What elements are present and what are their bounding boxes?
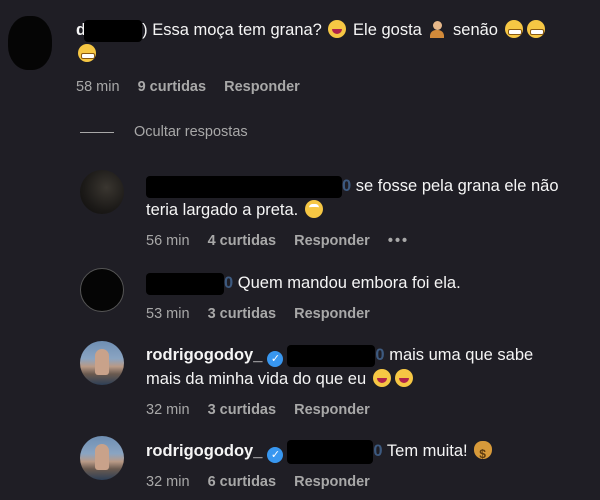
redacted-username: [84, 19, 143, 42]
verified-badge-icon: ✓: [267, 351, 284, 367]
comment-body: Essa moça tem grana?: [152, 21, 322, 39]
hide-replies-button[interactable]: Ocultar respostas: [80, 124, 248, 140]
divider-line: [80, 131, 114, 133]
reply-button[interactable]: Responder: [224, 79, 300, 95]
comment-meta: 32 min 3 curtidas Responder: [146, 402, 384, 418]
comment-meta: 32 min 6 curtidas Responder: [146, 474, 384, 490]
grinning-squinting-face-icon: [394, 369, 413, 387]
more-options-icon[interactable]: •••: [388, 233, 409, 249]
username-suffix: ): [142, 21, 148, 39]
reply-button[interactable]: Responder: [294, 474, 370, 490]
comment-meta: 53 min 3 curtidas Responder: [146, 306, 384, 322]
username[interactable]: rodrigogodoy_: [146, 442, 262, 460]
likes-count[interactable]: 4 curtidas: [208, 233, 277, 249]
username[interactable]: rodrigogodoy_: [146, 346, 262, 364]
avatar[interactable]: [80, 341, 124, 385]
comment-body: mais uma que sabe: [389, 346, 534, 364]
reply-button[interactable]: Responder: [294, 402, 370, 418]
redacted-username: [146, 175, 342, 198]
comment-meta: 56 min 4 curtidas Responder •••: [146, 233, 423, 249]
verified-badge-icon: ✓: [267, 447, 284, 463]
comment-body: se fosse pela grana ele não: [355, 177, 559, 195]
comment-text: 0 se fosse pela grana ele não teria larg…: [146, 174, 596, 222]
likes-count[interactable]: 3 curtidas: [208, 402, 277, 418]
username-suffix[interactable]: 0: [224, 274, 233, 292]
avatar[interactable]: [80, 268, 124, 312]
comment-time: 53 min: [146, 306, 190, 322]
reply-button[interactable]: Responder: [294, 306, 370, 322]
comment-time: 58 min: [76, 79, 120, 95]
avatar[interactable]: [80, 436, 124, 480]
comment-text: rodrigogodoy_ ✓ 0 mais uma que sabe mais d…: [146, 343, 596, 391]
comment-text: 0 Quem mandou embora foi ela.: [146, 271, 596, 295]
money-bag-icon: [474, 441, 493, 466]
username-suffix[interactable]: 0: [342, 177, 351, 195]
likes-count[interactable]: 6 curtidas: [208, 474, 277, 490]
comment-time: 56 min: [146, 233, 190, 249]
grimacing-face-icon: [504, 20, 523, 38]
hide-replies-label: Ocultar respostas: [134, 124, 248, 140]
reply-button[interactable]: Responder: [294, 233, 370, 249]
comment-body-2: teria largado a preta.: [146, 201, 299, 219]
comment-text: d) Essa moça tem grana? Ele gosta senão: [76, 18, 596, 66]
likes-count[interactable]: 9 curtidas: [138, 79, 207, 95]
face-rolling-eyes-icon: [304, 200, 323, 218]
redacted-mention: [287, 344, 376, 367]
comment-meta: 58 min 9 curtidas Responder: [76, 79, 314, 95]
comment-text: rodrigogodoy_ ✓ 0 Tem muita!: [146, 439, 596, 466]
comment-body-2: mais da minha vida do que eu: [146, 370, 367, 388]
comment-body-2: Ele gosta: [353, 21, 422, 39]
comment-body-3: senão: [453, 21, 498, 39]
likes-count[interactable]: 3 curtidas: [208, 306, 277, 322]
grimacing-face-icon: [78, 44, 96, 62]
comment-body: Tem muita!: [386, 442, 468, 460]
grinning-squinting-face-icon: [372, 369, 391, 387]
comment-time: 32 min: [146, 402, 190, 418]
redacted-mention: [287, 439, 374, 464]
grimacing-face-icon: [526, 20, 545, 38]
redacted-username: [146, 272, 224, 295]
avatar[interactable]: [80, 170, 124, 214]
grinning-squinting-face-icon: [328, 20, 347, 38]
comment-time: 32 min: [146, 474, 190, 490]
mention-suffix[interactable]: 0: [373, 442, 382, 460]
mention-suffix[interactable]: 0: [375, 346, 384, 364]
person-tipping-hand-icon: [428, 20, 446, 38]
comment-body: Quem mandou embora foi ela.: [237, 274, 461, 292]
avatar[interactable]: [8, 16, 52, 70]
